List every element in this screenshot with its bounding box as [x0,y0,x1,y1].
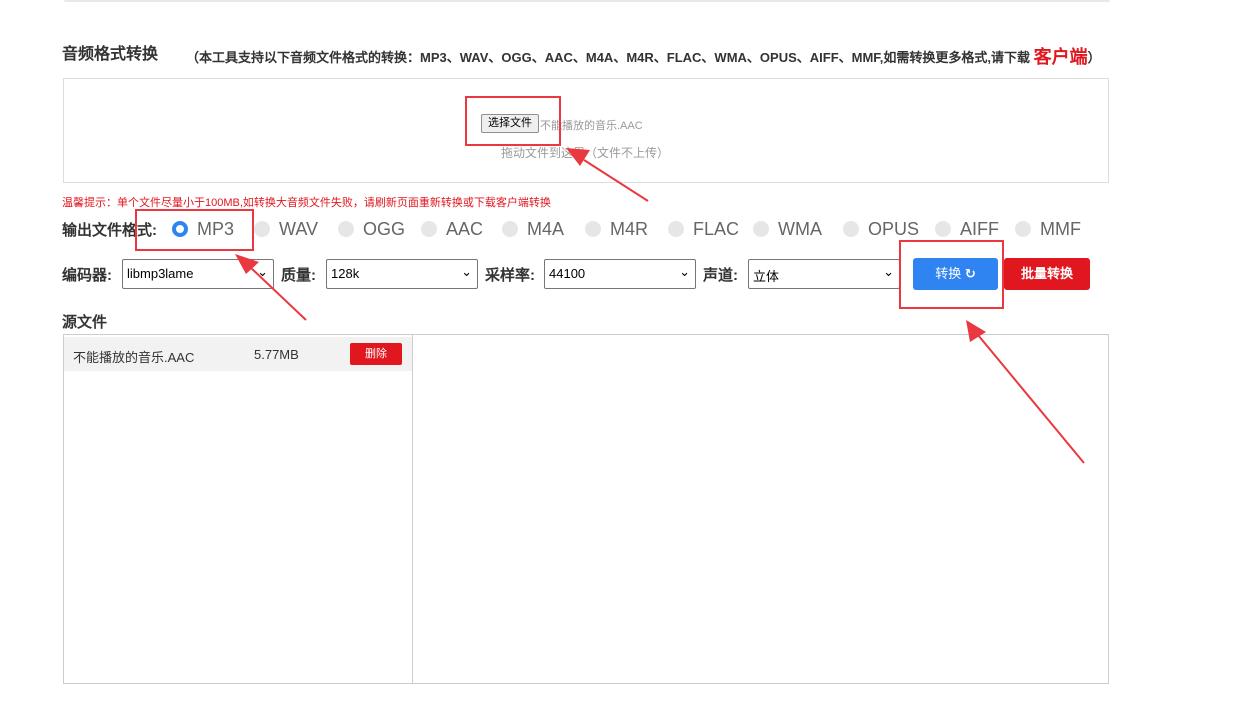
annotation-arrow-upload-line [583,159,649,202]
annotation-arrows [235,148,1085,464]
annotation-arrow-upload-head [566,148,590,166]
annotation-arrow-convert-line [977,334,1085,464]
annotation-arrow-format-line [249,266,307,321]
annotation-arrow-convert-head [966,320,986,342]
